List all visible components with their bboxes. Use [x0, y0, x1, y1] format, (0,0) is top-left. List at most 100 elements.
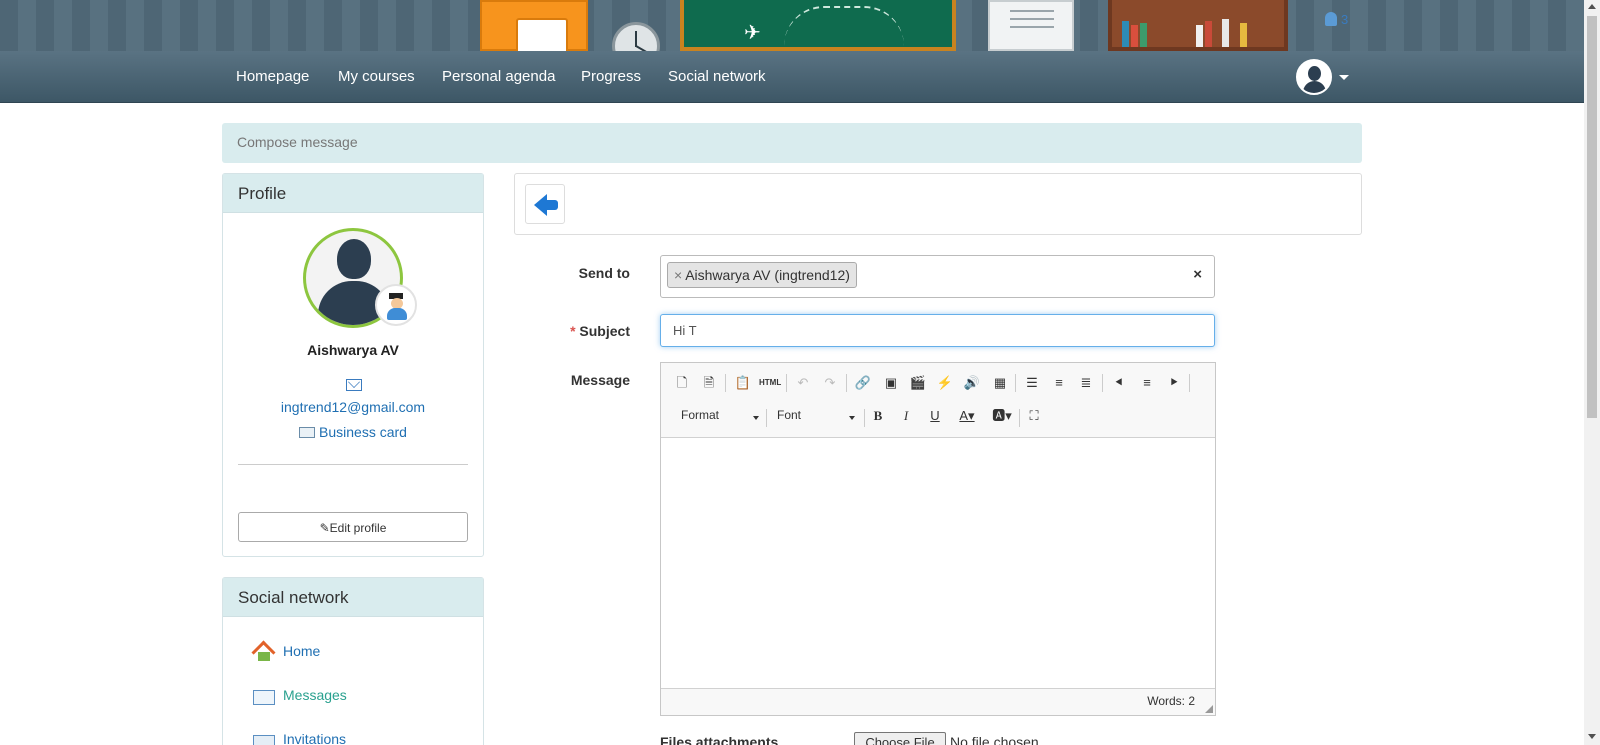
- scrollbar[interactable]: [1584, 0, 1600, 745]
- social-item-invitations[interactable]: Invitations: [253, 731, 346, 745]
- header-banner: ✈ 3: [0, 0, 1584, 51]
- source-html-icon[interactable]: HTML: [759, 373, 781, 393]
- choose-file-button[interactable]: Choose File: [854, 732, 946, 745]
- edit-profile-button[interactable]: ✎Edit profile: [238, 512, 468, 542]
- page: ✈ 3 Homepage My courses Personal agenda …: [0, 0, 1600, 745]
- profile-name: Aishwarya AV: [307, 342, 399, 358]
- send-to-label: Send to: [578, 265, 630, 281]
- profile-panel: Profile Aishwarya AV ingtrend12@gmail.co…: [222, 173, 484, 557]
- user-avatar-menu[interactable]: [1296, 59, 1332, 95]
- scroll-down-icon[interactable]: [1588, 734, 1596, 739]
- social-item-messages[interactable]: Messages: [253, 687, 347, 705]
- scroll-thumb[interactable]: [1587, 16, 1597, 418]
- edit-icon: ✎: [319, 521, 330, 535]
- word-count: Words: 2: [1147, 694, 1195, 708]
- online-users-link[interactable]: 3: [1325, 12, 1348, 27]
- font-dropdown[interactable]: Font: [777, 408, 855, 428]
- editor-toolbar: 🗋 🗎 📋 HTML ↶ ↷ 🔗 ▣ 🎬 ⚡ 🔊 ▦ ☰ ≡ ≣ ⯇ ≡ ⯈ F…: [661, 363, 1215, 438]
- link-icon[interactable]: 🔗: [852, 373, 874, 393]
- divider: [238, 464, 468, 465]
- text-color-icon[interactable]: A▾: [954, 406, 980, 426]
- social-network-heading: Social network: [223, 578, 483, 617]
- chalkboard-illustration: ✈: [680, 0, 956, 51]
- underline-icon[interactable]: U: [924, 406, 946, 426]
- remove-recipient-button[interactable]: ×: [674, 267, 682, 283]
- undo-icon[interactable]: ↶: [792, 373, 814, 393]
- numbered-list-icon[interactable]: ≡: [1048, 373, 1070, 393]
- back-button[interactable]: [525, 184, 565, 224]
- bold-icon[interactable]: B: [867, 406, 889, 426]
- paste-text-icon[interactable]: 📋: [732, 373, 754, 393]
- breadcrumb: Compose message: [222, 123, 1362, 163]
- user-icon: [1325, 12, 1337, 26]
- nav-homepage[interactable]: Homepage: [236, 68, 309, 85]
- table-icon[interactable]: ▦: [989, 373, 1011, 393]
- files-attachments-label: Files attachments: [660, 734, 779, 745]
- teacher-icon: [375, 284, 417, 326]
- editor-statusbar: Words: 2: [661, 688, 1215, 715]
- door-illustration: [480, 0, 588, 51]
- home-icon: [253, 641, 275, 661]
- flash-icon[interactable]: ⚡: [934, 373, 956, 393]
- subject-input[interactable]: [660, 314, 1215, 347]
- send-to-field[interactable]: × Aishwarya AV (ingtrend12) ×: [660, 255, 1215, 298]
- social-network-panel: Social network Home Messages Invitations: [222, 577, 484, 745]
- recipient-label: Aishwarya AV (ingtrend12): [685, 267, 850, 283]
- maximize-icon[interactable]: ⛶: [1023, 406, 1045, 426]
- required-marker: *: [570, 323, 576, 339]
- clear-recipients-button[interactable]: ×: [1193, 266, 1202, 283]
- audio-icon[interactable]: 🔊: [961, 373, 983, 393]
- message-label: Message: [570, 372, 630, 388]
- business-card-label: Business card: [319, 424, 407, 440]
- redo-icon[interactable]: ↷: [819, 373, 841, 393]
- italic-icon[interactable]: I: [895, 406, 917, 426]
- message-editor: 🗋 🗎 📋 HTML ↶ ↷ 🔗 ▣ 🎬 ⚡ 🔊 ▦ ☰ ≡ ≣ ⯇ ≡ ⯈ F…: [660, 362, 1216, 716]
- profile-email-link[interactable]: ingtrend12@gmail.com: [223, 399, 483, 415]
- business-card-icon: [299, 427, 316, 438]
- online-count: 3: [1341, 12, 1349, 27]
- recipient-tag: × Aishwarya AV (ingtrend12): [667, 262, 857, 288]
- chevron-down-icon: [849, 416, 855, 420]
- social-item-label: Invitations: [283, 731, 347, 745]
- social-item-home[interactable]: Home: [253, 641, 320, 661]
- mail-icon: [346, 379, 362, 391]
- chevron-down-icon: [753, 416, 759, 420]
- align-left-icon[interactable]: ⯇: [1108, 373, 1130, 393]
- clock-illustration: [612, 22, 660, 51]
- action-bar: [514, 173, 1362, 235]
- horizontal-rule-icon[interactable]: ≣: [1075, 373, 1097, 393]
- video-icon[interactable]: 🎬: [907, 373, 929, 393]
- no-file-text: No file chosen: [950, 734, 1039, 745]
- subject-label: * Subject: [510, 323, 630, 339]
- image-icon[interactable]: ▣: [880, 373, 902, 393]
- templates-icon[interactable]: 🗎: [698, 373, 720, 393]
- social-item-label: Home: [283, 643, 321, 659]
- profile-heading: Profile: [223, 174, 483, 213]
- invitations-icon: [253, 735, 275, 745]
- format-dropdown-label: Format: [681, 408, 720, 422]
- nav-my-courses[interactable]: My courses: [338, 68, 415, 85]
- nav-social-network[interactable]: Social network: [668, 68, 766, 85]
- social-item-label: Messages: [283, 687, 347, 703]
- paper-plane-icon: ✈: [744, 22, 761, 44]
- format-dropdown[interactable]: Format: [681, 408, 759, 428]
- subject-label-text: Subject: [579, 323, 630, 339]
- chevron-down-icon[interactable]: [1339, 75, 1349, 80]
- edit-profile-label: Edit profile: [329, 521, 387, 535]
- nav-personal-agenda[interactable]: Personal agenda: [442, 68, 555, 85]
- font-dropdown-label: Font: [777, 408, 802, 422]
- align-right-icon[interactable]: ⯈: [1163, 373, 1185, 393]
- resize-handle[interactable]: [1205, 705, 1213, 713]
- align-center-icon[interactable]: ≡: [1136, 373, 1158, 393]
- business-card-link[interactable]: Business card: [223, 424, 483, 440]
- notice-paper-illustration: [988, 0, 1074, 51]
- nav-progress[interactable]: Progress: [581, 68, 641, 85]
- new-page-icon[interactable]: 🗋: [671, 373, 693, 393]
- bulleted-list-icon[interactable]: ☰: [1021, 373, 1043, 393]
- message-body-input[interactable]: [661, 438, 1215, 688]
- scroll-up-icon[interactable]: [1588, 4, 1596, 9]
- bookshelf-illustration: [1108, 0, 1288, 51]
- main-nav: Homepage My courses Personal agenda Prog…: [0, 51, 1584, 103]
- messages-icon: [253, 690, 275, 705]
- background-color-icon[interactable]: 🅰▾: [989, 406, 1015, 426]
